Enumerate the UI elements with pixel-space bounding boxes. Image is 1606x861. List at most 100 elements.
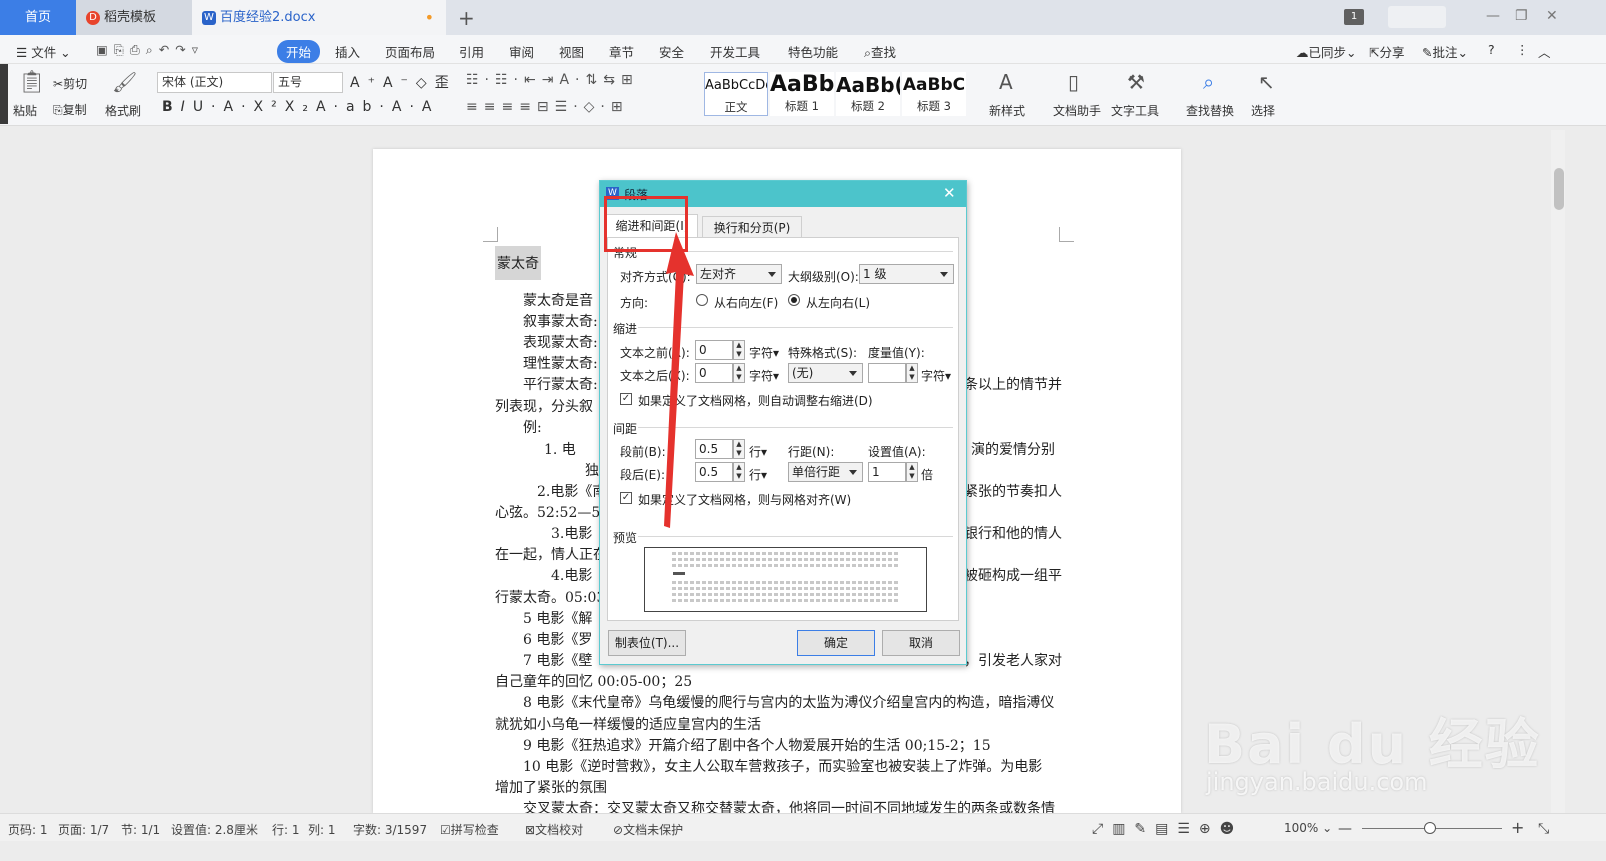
style-heading3[interactable]: AaBbC 标题 3	[902, 72, 966, 116]
menu-security[interactable]: 安全	[659, 42, 684, 61]
measure-input[interactable]	[868, 363, 906, 383]
doc-line: 平行蒙太奇:	[523, 377, 598, 393]
align-select[interactable]: 左对齐	[696, 264, 782, 284]
text-format-icons[interactable]: BIU·A·X²X₂A·ab·A·A	[162, 99, 440, 115]
user-avatar[interactable]	[1388, 6, 1446, 28]
menu-layout[interactable]: 页面布局	[385, 42, 435, 61]
zoom-in-icon[interactable]: +	[1511, 818, 1524, 837]
menu-developer[interactable]: 开发工具	[710, 42, 760, 61]
comment-button[interactable]: ✎批注⌄	[1422, 42, 1468, 61]
cancel-button[interactable]: 取消	[882, 630, 960, 656]
style-heading2[interactable]: AaBb(标题 2	[836, 72, 900, 116]
menu-search[interactable]: ⌕查找	[864, 42, 896, 61]
help-icon[interactable]: ?	[1488, 42, 1495, 57]
tab-daoke-template[interactable]: D 稻壳模板	[76, 0, 192, 35]
set-value-input[interactable]: 1	[868, 462, 906, 482]
tab-home[interactable]: 首页	[0, 0, 76, 35]
menu-references[interactable]: 引用	[459, 42, 484, 61]
zoom-out-icon[interactable]: —	[1338, 821, 1352, 837]
style-heading1[interactable]: AaBb 标题 1	[770, 72, 834, 116]
after-text-input[interactable]: 0	[695, 363, 733, 383]
outline-level-select[interactable]: 1 级	[859, 264, 954, 284]
doc-line-right: 演的爱情分别	[971, 442, 1055, 458]
close-window-icon[interactable]: ✕	[1546, 8, 1558, 24]
page-count-badge[interactable]: 1	[1344, 9, 1364, 25]
quick-access-icons[interactable]: ▣⎘⎙⌕↶↷▿	[96, 42, 204, 58]
select-button[interactable]: 选择	[1251, 102, 1275, 119]
scroll-thumb[interactable]	[1554, 168, 1564, 210]
doc-line: 理性蒙太奇:	[523, 356, 598, 372]
spell-check-button[interactable]: ☑拼写检查	[440, 821, 499, 838]
special-format-select[interactable]: (无)	[788, 363, 863, 383]
vertical-scrollbar[interactable]	[1551, 130, 1565, 813]
after-text-spinner[interactable]: ▲ ▼	[733, 363, 745, 383]
menu-review[interactable]: 审阅	[509, 42, 534, 61]
cursor-icon: ↖	[1258, 70, 1275, 94]
menu-file[interactable]: ☰ 文件 ⌄	[16, 42, 71, 61]
tabs-button[interactable]: 制表位(T)...	[608, 630, 686, 656]
fullscreen-icon[interactable]: ⤡	[1538, 821, 1549, 837]
tab-document[interactable]: W 百度经验2.docx •	[192, 0, 446, 35]
cut-button[interactable]: ✂剪切	[53, 75, 87, 92]
paragraph-tools-icons[interactable]: ≡≡≡≡⊟☰·◇·⊞	[466, 99, 629, 115]
status-bar: 页码: 1 页面: 1/7 节: 1/1 设置值: 2.8厘米 行: 1 列: …	[0, 813, 1606, 841]
ok-button[interactable]: 确定	[797, 630, 875, 656]
doc-line: 增加了紧张的氛围	[495, 780, 607, 796]
menu-start[interactable]: 开始	[277, 40, 321, 63]
new-tab-icon[interactable]: +	[458, 6, 475, 30]
more-icon[interactable]: ⋮	[1516, 42, 1529, 57]
measure-spinner[interactable]: ▲ ▼	[906, 363, 918, 383]
style-normal[interactable]: AaBbCcDd 正文	[704, 72, 768, 116]
font-size-select[interactable]: 五号	[273, 72, 343, 93]
list-tools-icons[interactable]: ☷·☷·⇤⇥A·⇅⇆⊞	[466, 72, 639, 88]
new-style-button[interactable]: 新样式	[989, 102, 1025, 119]
space-before-spinner[interactable]: ▲ ▼	[733, 439, 745, 459]
zoom-select[interactable]: 100% ⌄	[1284, 821, 1332, 835]
set-value-label: 设置值(A):	[868, 445, 926, 459]
line-spacing-select[interactable]: 单倍行距	[788, 462, 863, 482]
menu-chapter[interactable]: 章节	[609, 42, 634, 61]
status-section: 节: 1/1	[121, 823, 161, 837]
space-after-input[interactable]: 0.5	[695, 462, 733, 482]
word-doc-icon: W	[202, 10, 216, 25]
before-text-input[interactable]: 0	[695, 340, 733, 360]
text-tools-button[interactable]: 文字工具	[1111, 102, 1159, 119]
scissors-icon: ✂	[53, 77, 64, 91]
font-name-select[interactable]: 宋体 (正文)	[157, 72, 272, 93]
restore-icon[interactable]: ❐	[1515, 8, 1528, 24]
before-text-spinner[interactable]: ▲ ▼	[733, 340, 745, 360]
format-painter-icon[interactable]: 🖌︎	[112, 70, 137, 94]
shield-icon: ⊘	[613, 823, 624, 837]
proofread-button[interactable]: ⊠文档校对	[525, 821, 583, 838]
protect-button[interactable]: ⊘文档未保护	[613, 821, 683, 838]
format-painter-button[interactable]: 格式刷	[105, 102, 141, 119]
paste-button[interactable]: 粘贴	[13, 102, 37, 119]
radio-ltr[interactable]	[788, 294, 800, 306]
font-size-tools-icons[interactable]: A⁺A⁻◇歪	[350, 72, 457, 92]
find-replace-button[interactable]: 查找替换	[1186, 102, 1234, 119]
snap-grid-checkbox[interactable]: ✓	[620, 492, 632, 504]
doc-helper-button[interactable]: 文档助手	[1053, 102, 1101, 119]
zoom-slider-thumb[interactable]	[1424, 822, 1436, 834]
unsaved-dot-icon: •	[424, 8, 434, 27]
view-mode-icons[interactable]: ⤢▥✎▤☰⊕☻	[1092, 821, 1243, 837]
copy-button[interactable]: ⎘复制	[53, 101, 87, 118]
space-before-input[interactable]: 0.5	[695, 439, 733, 459]
sync-button[interactable]: ☁已同步⌄	[1296, 42, 1357, 61]
set-value-spinner[interactable]: ▲ ▼	[906, 462, 918, 482]
space-after-spinner[interactable]: ▲ ▼	[733, 462, 745, 482]
status-words[interactable]: 字数: 3/1597	[353, 821, 427, 838]
doc-line: 心弦。52:52—54	[495, 505, 610, 521]
menu-features[interactable]: 特色功能	[788, 42, 838, 61]
unit-char-label: 字符	[749, 346, 774, 360]
auto-indent-checkbox[interactable]: ✓	[620, 393, 632, 405]
menu-view[interactable]: 视图	[559, 42, 584, 61]
menu-insert[interactable]: 插入	[335, 42, 360, 61]
share-button[interactable]: ⇱分享	[1369, 42, 1405, 61]
collapse-ribbon-icon[interactable]: ︿	[1538, 42, 1551, 61]
minimize-icon[interactable]: —	[1486, 8, 1500, 24]
cut-label: 剪切	[63, 77, 88, 91]
paste-icon[interactable]: 📋︎	[18, 70, 46, 95]
dialog-close-icon[interactable]: ✕	[943, 184, 956, 202]
style-heading2-preview: AaBb(	[836, 73, 900, 97]
